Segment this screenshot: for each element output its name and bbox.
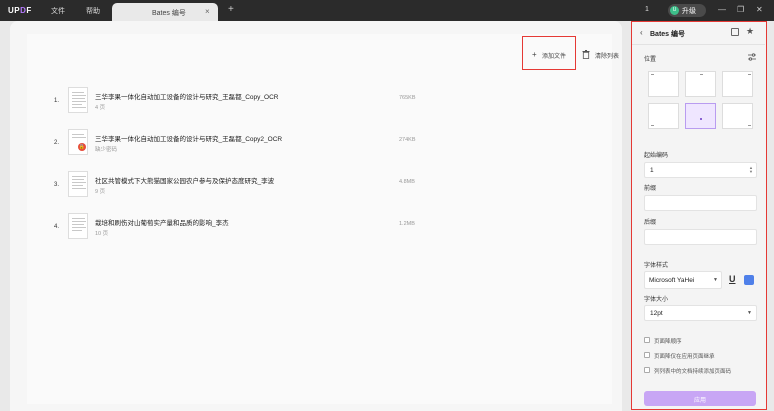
start-number-input[interactable]: 1 ▲ ▼ xyxy=(644,162,757,178)
position-grid xyxy=(648,71,754,129)
font-color-swatch[interactable] xyxy=(744,275,754,285)
stepper-icon[interactable]: ▲ ▼ xyxy=(749,166,753,174)
position-top-right[interactable] xyxy=(722,71,753,97)
template-icon[interactable] xyxy=(731,28,739,36)
font-style-label: 字体样式 xyxy=(644,263,669,269)
tab-title: Bates 编号 xyxy=(152,10,186,17)
adjust-icon[interactable] xyxy=(748,53,756,61)
option-checkbox[interactable] xyxy=(644,337,650,343)
menu-help[interactable]: 帮助 xyxy=(86,6,100,16)
tab-bates[interactable]: Bates 编号 × xyxy=(112,3,218,21)
font-size-label: 字体大小 xyxy=(644,297,669,303)
underline-button[interactable]: U xyxy=(729,274,736,284)
minimize-icon[interactable]: — xyxy=(718,5,726,14)
close-window-icon[interactable]: ✕ xyxy=(756,5,763,14)
add-files-button[interactable]: + 添加文件 xyxy=(522,36,576,70)
app-logo: UPDF xyxy=(8,6,32,15)
file-name: 三华李果一体化自动加工设备的设计与研究_王磊都_Copy_OCR xyxy=(95,94,279,101)
suffix-input[interactable] xyxy=(644,229,757,245)
add-files-label: 添加文件 xyxy=(542,54,567,60)
page-indicator[interactable]: 1 xyxy=(645,6,649,13)
option-checkbox[interactable] xyxy=(644,367,650,373)
back-icon[interactable]: ‹ xyxy=(640,28,643,37)
file-name: 三华李果一体化自动加工设备的设计与研究_王磊都_Copy2_OCR xyxy=(95,136,283,143)
file-size: 274KB xyxy=(399,137,416,143)
clear-list-label: 清除列表 xyxy=(595,54,620,60)
trash-icon xyxy=(582,50,590,59)
file-pages: 10 页 xyxy=(95,231,109,237)
file-thumbnail xyxy=(68,213,88,239)
option-label: 列列表中的文档持续添加页面码 xyxy=(654,369,732,375)
file-thumbnail: 🔒 xyxy=(68,129,88,155)
file-index: 4. xyxy=(54,224,60,230)
suffix-label: 后缀 xyxy=(644,220,657,226)
font-family-value: Microsoft YaHei xyxy=(649,277,695,284)
start-number-value: 1 xyxy=(650,167,654,174)
list-item[interactable]: 1. 三华李果一体化自动加工设备的设计与研究_王磊都_Copy_OCR 4 页 … xyxy=(47,87,607,117)
option-label: 页面降顺序 xyxy=(654,339,682,345)
chevron-down-icon: ▼ xyxy=(713,277,718,283)
panel-title: Bates 编号 xyxy=(650,31,686,38)
file-index: 3. xyxy=(54,182,60,188)
main-area: + 添加文件 清除列表 1. 三华李果一体化自动加工设备的设计与研究_王磊都_C… xyxy=(10,21,622,411)
file-thumbnail xyxy=(68,171,88,197)
file-pages: 4 页 xyxy=(95,105,106,111)
position-top-center[interactable] xyxy=(685,71,716,97)
position-bottom-right[interactable] xyxy=(722,103,753,129)
position-label: 位置 xyxy=(644,57,657,63)
file-index: 1. xyxy=(54,98,60,104)
avatar: U xyxy=(670,6,679,15)
lock-icon: 🔒 xyxy=(78,143,86,151)
file-index: 2. xyxy=(54,140,60,146)
apply-button[interactable]: 应用 xyxy=(644,391,756,406)
upgrade-button[interactable]: U 升级 xyxy=(668,4,706,17)
file-list: + 添加文件 清除列表 1. 三华李果一体化自动加工设备的设计与研究_王磊都_C… xyxy=(27,34,619,404)
position-top-left[interactable] xyxy=(648,71,679,97)
prefix-input[interactable] xyxy=(644,195,757,211)
position-bottom-left[interactable] xyxy=(648,103,679,129)
bates-settings-panel: ‹ Bates 编号 ★ 位置 起始编码 1 ▲ ▼ 前缀 后缀 字体样式 Mic… xyxy=(631,21,767,410)
position-bottom-center[interactable] xyxy=(685,103,716,129)
prefix-label: 前缀 xyxy=(644,186,657,192)
file-size: 1.2MB xyxy=(399,221,415,227)
apply-label: 应用 xyxy=(693,398,706,404)
star-icon[interactable]: ★ xyxy=(746,26,754,37)
file-pages: 9 页 xyxy=(95,189,106,195)
title-bar: UPDF 文件 帮助 Bates 编号 × + 1 U 升级 — ❐ ✕ xyxy=(0,0,774,21)
font-family-select[interactable]: Microsoft YaHei ▼ xyxy=(644,271,722,289)
chevron-down-icon: ▼ xyxy=(747,310,752,316)
font-size-select[interactable]: 12pt ▼ xyxy=(644,305,757,321)
file-size: 765KB xyxy=(399,95,416,101)
font-size-value: 12pt xyxy=(650,310,663,317)
tab-close-icon[interactable]: × xyxy=(205,7,210,16)
file-name: 社区共管模式下大熊猫国家公园农户参与及保护态度研究_李波 xyxy=(95,178,275,185)
restore-icon[interactable]: ❐ xyxy=(737,5,744,14)
left-strip xyxy=(0,21,10,411)
upgrade-label: 升级 xyxy=(682,8,696,15)
list-item[interactable]: 2. 🔒 三华李果一体化自动加工设备的设计与研究_王磊都_Copy2_OCR 缺… xyxy=(47,129,607,159)
start-number-label: 起始编码 xyxy=(644,153,669,159)
divider xyxy=(632,44,765,45)
file-name: 栽培和刷伤对山葡萄实产量和品质的影响_李杰 xyxy=(95,220,229,227)
list-item[interactable]: 4. 栽培和刷伤对山葡萄实产量和品质的影响_李杰 10 页 1.2MB xyxy=(47,213,607,243)
file-status: 缺少密码 xyxy=(95,147,118,153)
list-item[interactable]: 3. 社区共管模式下大熊猫国家公园农户参与及保护态度研究_李波 9 页 4.8M… xyxy=(47,171,607,201)
new-tab-icon[interactable]: + xyxy=(228,4,234,15)
option-label: 页面降仅在应用页面继承 xyxy=(654,354,715,360)
plus-icon: + xyxy=(532,50,537,59)
option-checkbox[interactable] xyxy=(644,352,650,358)
menu-file[interactable]: 文件 xyxy=(51,6,65,16)
file-size: 4.8MB xyxy=(399,179,415,185)
file-thumbnail xyxy=(68,87,88,113)
